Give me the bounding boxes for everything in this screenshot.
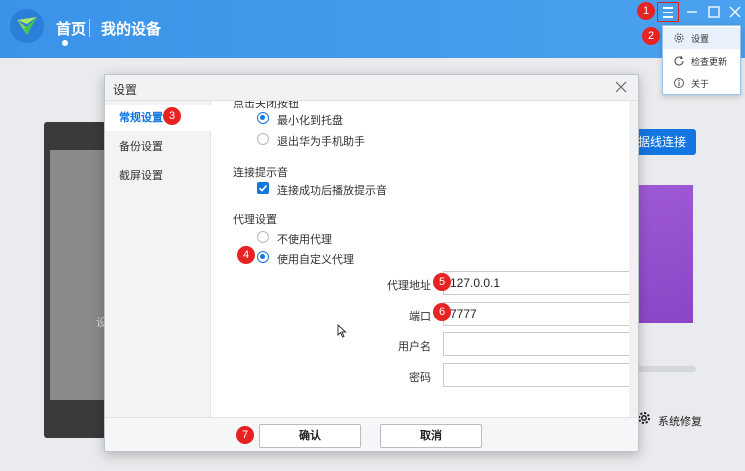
app-header: 首页 我的设备 bbox=[0, 0, 745, 58]
password-input[interactable] bbox=[443, 363, 629, 387]
password-label: 密码 bbox=[409, 371, 431, 384]
nav-active-indicator bbox=[62, 40, 68, 46]
port-input[interactable]: 7777 bbox=[443, 302, 629, 326]
minimize-icon bbox=[687, 11, 697, 13]
mouse-cursor-icon bbox=[337, 324, 347, 338]
port-label: 端口 bbox=[409, 310, 431, 323]
step-badge-5: 5 bbox=[433, 273, 451, 291]
sidebar-item-backup[interactable]: 备份设置 bbox=[105, 134, 211, 160]
dialog-title-bar: 设置 bbox=[105, 75, 638, 101]
sidebar-item-general[interactable]: 常规设置 bbox=[105, 105, 211, 131]
username-input[interactable] bbox=[443, 332, 629, 356]
window-close-button[interactable] bbox=[724, 2, 745, 22]
radio-button[interactable] bbox=[257, 133, 269, 145]
info-icon bbox=[674, 78, 684, 88]
main-menu-dropdown: 设置 检查更新 关于 bbox=[662, 25, 741, 95]
usb-connect-button[interactable]: 据线连接 bbox=[632, 129, 696, 155]
refresh-icon bbox=[674, 55, 684, 66]
proxy-heading: 代理设置 bbox=[233, 213, 277, 226]
proxy-address-label: 代理地址 bbox=[387, 279, 431, 292]
maximize-icon bbox=[708, 6, 720, 18]
menu-item-label: 设置 bbox=[691, 35, 710, 45]
step-badge-4: 4 bbox=[237, 246, 255, 264]
step-badge-6: 6 bbox=[433, 303, 451, 321]
nav-divider bbox=[89, 19, 90, 37]
radio-button[interactable] bbox=[257, 112, 269, 124]
dialog-scrollbar[interactable] bbox=[629, 101, 638, 417]
gear-icon bbox=[674, 33, 684, 43]
radio-button[interactable] bbox=[257, 231, 269, 243]
system-repair-label: 系统修复 bbox=[658, 415, 702, 428]
step-badge-3: 3 bbox=[163, 107, 181, 125]
menu-button[interactable] bbox=[657, 2, 679, 22]
radio-button[interactable] bbox=[257, 251, 269, 263]
minimize-button[interactable] bbox=[681, 2, 703, 22]
dialog-footer: 确认 取消 bbox=[105, 417, 638, 451]
close-icon bbox=[729, 6, 741, 18]
proxy-address-input[interactable]: 127.0.0.1 bbox=[443, 271, 629, 295]
promo-banner bbox=[630, 185, 693, 323]
menu-item-settings[interactable]: 设置 bbox=[663, 27, 740, 49]
confirm-button[interactable]: 确认 bbox=[259, 424, 361, 448]
nav-my-devices[interactable]: 我的设备 bbox=[101, 18, 161, 39]
settings-sidebar: 常规设置 备份设置 截屏设置 bbox=[105, 101, 211, 417]
nav-home[interactable]: 首页 bbox=[56, 18, 86, 39]
sound-heading: 连接提示音 bbox=[233, 166, 288, 179]
step-badge-2: 2 bbox=[642, 27, 660, 45]
menu-item-check-update[interactable]: 检查更新 bbox=[663, 50, 740, 72]
menu-item-about[interactable]: 关于 bbox=[663, 72, 740, 94]
menu-item-label: 检查更新 bbox=[691, 58, 728, 68]
device-preview-screen bbox=[50, 150, 106, 400]
checkmark-icon bbox=[258, 185, 268, 192]
storage-bar bbox=[632, 366, 696, 372]
close-icon[interactable] bbox=[615, 81, 627, 93]
username-label: 用户名 bbox=[398, 340, 431, 353]
step-badge-1: 1 bbox=[637, 2, 655, 20]
dialog-title: 设置 bbox=[113, 83, 138, 97]
app-logo bbox=[10, 9, 44, 43]
settings-dialog: 设置 常规设置 备份设置 截屏设置 点击关闭按钮 最小化到托盘 退出华为手机助手… bbox=[104, 74, 639, 452]
menu-item-label: 关于 bbox=[691, 80, 710, 90]
settings-content: 点击关闭按钮 最小化到托盘 退出华为手机助手 连接提示音 连接成功后播放提示音 … bbox=[211, 101, 629, 417]
sidebar-item-screenshot[interactable]: 截屏设置 bbox=[105, 163, 211, 189]
checkbox[interactable] bbox=[257, 182, 269, 194]
close-behavior-heading: 点击关闭按钮 bbox=[233, 101, 299, 110]
maximize-button[interactable] bbox=[703, 2, 725, 22]
step-badge-7: 7 bbox=[236, 426, 254, 444]
cancel-button[interactable]: 取消 bbox=[380, 424, 482, 448]
